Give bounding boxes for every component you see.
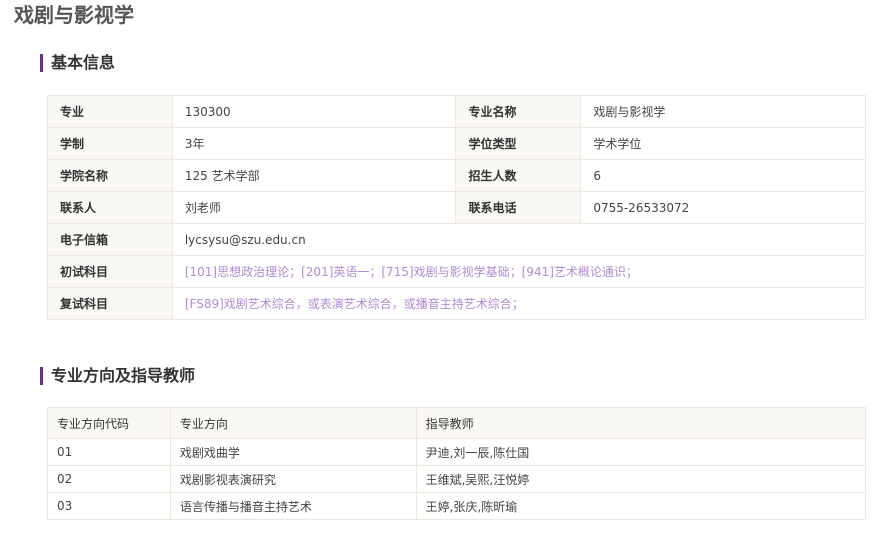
- direction-advisors: 王维斌,吴熙,汪悦婷: [415, 465, 867, 493]
- direction-advisors: 王婷,张庆,陈昕瑜: [415, 492, 867, 520]
- degree-type-label: 学位类型: [455, 127, 582, 160]
- page-title: 戏剧与影视学: [14, 3, 134, 27]
- contact-value: 刘老师: [171, 191, 457, 224]
- major-name-label: 专业名称: [455, 95, 582, 128]
- phone-value: 0755-26533072: [580, 191, 866, 224]
- table-header-row: 专业方向代码 专业方向 指导教师: [47, 407, 867, 439]
- directions-title: 专业方向及指导教师: [51, 366, 196, 385]
- college-label: 学院名称: [47, 159, 173, 192]
- header-direction-code: 专业方向代码: [47, 407, 171, 439]
- duration-label: 学制: [47, 127, 173, 160]
- basic-info-title: 基本信息: [51, 53, 116, 72]
- enrollment-value: 6: [580, 159, 866, 192]
- major-code-value: 130300: [171, 95, 457, 128]
- initial-exam-value: [101]思想政治理论；[201]英语一；[715]戏剧与影视学基础；[941]…: [171, 255, 867, 288]
- basic-info-header: 基本信息: [40, 54, 115, 72]
- section-accent-bar: [40, 367, 43, 385]
- table-row: 学院名称 125 艺术学部 招生人数 6: [47, 159, 866, 192]
- table-row: 02 戏剧影视表演研究 王维斌,吴熙,汪悦婷: [47, 465, 867, 493]
- duration-value: 3年: [171, 127, 457, 160]
- enrollment-label: 招生人数: [455, 159, 582, 192]
- direction-name: 戏剧影视表演研究: [169, 465, 417, 493]
- degree-type-value: 学术学位: [580, 127, 866, 160]
- table-row: 专业 130300 专业名称 戏剧与影视学: [47, 95, 866, 128]
- major-name-value: 戏剧与影视学: [580, 95, 866, 128]
- major-code-label: 专业: [47, 95, 173, 128]
- email-label: 电子信箱: [47, 223, 173, 256]
- retest-value: [FS89]戏剧艺术综合，或表演艺术综合，或播音主持艺术综合；: [171, 287, 867, 320]
- direction-name: 戏剧戏曲学: [169, 438, 417, 466]
- phone-label: 联系电话: [455, 191, 582, 224]
- table-row: 初试科目 [101]思想政治理论；[201]英语一；[715]戏剧与影视学基础；…: [47, 255, 867, 288]
- basic-info-table: 专业 130300 专业名称 戏剧与影视学 学制 3年 学位类型 学术学位 学院…: [47, 95, 867, 320]
- direction-advisors: 尹迪,刘一辰,陈仕国: [415, 438, 867, 466]
- contact-label: 联系人: [47, 191, 173, 224]
- retest-label: 复试科目: [47, 287, 173, 320]
- email-value: lycsysu@szu.edu.cn: [171, 223, 867, 256]
- table-row: 电子信箱 lycsysu@szu.edu.cn: [47, 223, 867, 256]
- college-value: 125 艺术学部: [171, 159, 457, 192]
- section-accent-bar: [40, 54, 43, 72]
- direction-name: 语言传播与播音主持艺术: [169, 492, 417, 520]
- direction-code: 01: [47, 438, 171, 466]
- table-row: 03 语言传播与播音主持艺术 王婷,张庆,陈昕瑜: [47, 492, 867, 520]
- directions-table: 专业方向代码 专业方向 指导教师 01 戏剧戏曲学 尹迪,刘一辰,陈仕国 02 …: [47, 407, 867, 520]
- header-direction: 专业方向: [169, 407, 417, 439]
- direction-code: 02: [47, 465, 171, 493]
- header-advisors: 指导教师: [415, 407, 867, 439]
- table-row: 学制 3年 学位类型 学术学位: [47, 127, 866, 160]
- table-row: 复试科目 [FS89]戏剧艺术综合，或表演艺术综合，或播音主持艺术综合；: [47, 287, 867, 320]
- table-row: 联系人 刘老师 联系电话 0755-26533072: [47, 191, 866, 224]
- initial-exam-label: 初试科目: [47, 255, 173, 288]
- table-row: 01 戏剧戏曲学 尹迪,刘一辰,陈仕国: [47, 438, 867, 466]
- directions-header: 专业方向及指导教师: [40, 367, 195, 385]
- direction-code: 03: [47, 492, 171, 520]
